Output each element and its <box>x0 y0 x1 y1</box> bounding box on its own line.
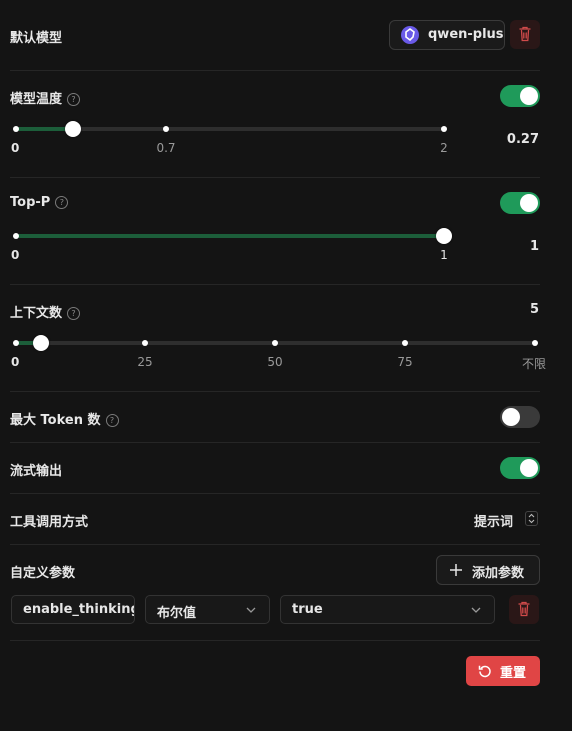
slider-mark-2 <box>441 126 447 132</box>
divider <box>10 544 540 545</box>
slider-mark-25 <box>142 340 148 346</box>
tool-call-label: 工具调用方式 <box>10 515 89 530</box>
divider <box>10 177 540 178</box>
context-tick-75: 75 <box>397 355 413 369</box>
temperature-tick-min: 0 <box>11 141 20 155</box>
temperature-tick-max: 2 <box>440 141 448 155</box>
context-count-slider-thumb[interactable] <box>33 335 49 351</box>
top-p-slider-thumb[interactable] <box>436 228 452 244</box>
param-name-input[interactable]: enable_thinking <box>11 595 135 624</box>
max-token-label: 最大 Token 数? <box>10 409 119 428</box>
param-value-select[interactable]: true <box>280 595 495 624</box>
top-p-label-text: Top-P <box>10 195 51 210</box>
top-p-slider-fill <box>16 234 444 238</box>
context-tick-50: 50 <box>267 355 283 369</box>
temperature-slider-thumb[interactable] <box>65 121 81 137</box>
slider-mark-0 <box>13 126 19 132</box>
max-token-toggle[interactable] <box>500 406 540 428</box>
slider-mark-unlimited <box>532 340 538 346</box>
trash-icon <box>518 601 530 617</box>
reset-button[interactable]: 重置 <box>466 656 540 686</box>
temperature-tick-mid: 0.7 <box>156 141 176 155</box>
divider <box>10 640 540 641</box>
help-icon[interactable]: ? <box>67 93 81 106</box>
help-icon[interactable]: ? <box>67 307 81 320</box>
max-token-label-text: 最大 Token 数 <box>10 413 101 428</box>
divider <box>10 70 540 71</box>
tool-call-select[interactable]: 提示词 <box>474 510 540 530</box>
top-p-tick-min: 0 <box>11 248 20 262</box>
param-type-value: 布尔值 <box>157 606 197 621</box>
delete-model-button[interactable] <box>510 20 540 49</box>
temperature-label: 模型温度? <box>10 88 81 107</box>
model-name: qwen-plus <box>428 27 504 42</box>
qwen-logo-icon <box>401 26 419 44</box>
model-select-button[interactable]: qwen-plus <box>389 20 505 50</box>
top-p-slider[interactable] <box>13 228 452 244</box>
toggle-knob <box>520 87 538 105</box>
context-tick-25: 25 <box>137 355 153 369</box>
reset-icon <box>478 665 491 678</box>
streaming-label: 流式输出 <box>10 464 63 479</box>
top-p-tick-max: 1 <box>440 248 448 262</box>
param-value-value: true <box>292 602 323 617</box>
slider-mark-50 <box>272 340 278 346</box>
streaming-toggle[interactable] <box>500 457 540 479</box>
context-count-label: 上下文数? <box>10 302 81 321</box>
context-count-value: 5 <box>529 302 539 317</box>
top-p-label: Top-P? <box>10 195 69 210</box>
context-tick-0: 0 <box>11 355 20 369</box>
add-param-button[interactable]: 添加参数 <box>436 555 540 585</box>
divider <box>10 442 540 443</box>
tool-call-value: 提示词 <box>474 515 514 530</box>
divider <box>10 284 540 285</box>
reset-label: 重置 <box>500 666 527 681</box>
default-model-label: 默认模型 <box>10 31 63 46</box>
delete-param-button[interactable] <box>509 595 539 624</box>
custom-params-label: 自定义参数 <box>10 566 76 581</box>
divider <box>10 391 540 392</box>
slider-mark-0 <box>13 233 19 239</box>
context-tick-unlimited: 不限 <box>521 357 547 371</box>
top-p-toggle[interactable] <box>500 192 540 214</box>
toggle-knob <box>520 194 538 212</box>
slider-mark-75 <box>402 340 408 346</box>
updown-icon <box>525 511 538 526</box>
chevron-down-icon <box>471 607 481 613</box>
slider-mark-0 <box>13 340 19 346</box>
context-count-slider[interactable] <box>13 335 538 351</box>
param-type-select[interactable]: 布尔值 <box>145 595 270 624</box>
chevron-down-icon <box>246 607 256 613</box>
help-icon[interactable]: ? <box>105 414 119 427</box>
help-icon[interactable]: ? <box>55 196 69 209</box>
toggle-knob <box>520 459 538 477</box>
param-name-value: enable_thinking <box>23 602 135 617</box>
temperature-slider[interactable] <box>13 121 447 137</box>
temperature-toggle[interactable] <box>500 85 540 107</box>
temperature-label-text: 模型温度 <box>10 92 63 107</box>
trash-icon <box>519 26 531 42</box>
context-count-label-text: 上下文数 <box>10 306 63 321</box>
divider <box>10 493 540 494</box>
toggle-knob <box>502 408 520 426</box>
plus-icon <box>450 564 462 576</box>
slider-mark-0.7 <box>163 126 169 132</box>
top-p-value: 1 <box>529 239 539 254</box>
temperature-value: 0.27 <box>506 132 539 147</box>
add-param-label: 添加参数 <box>472 566 525 581</box>
